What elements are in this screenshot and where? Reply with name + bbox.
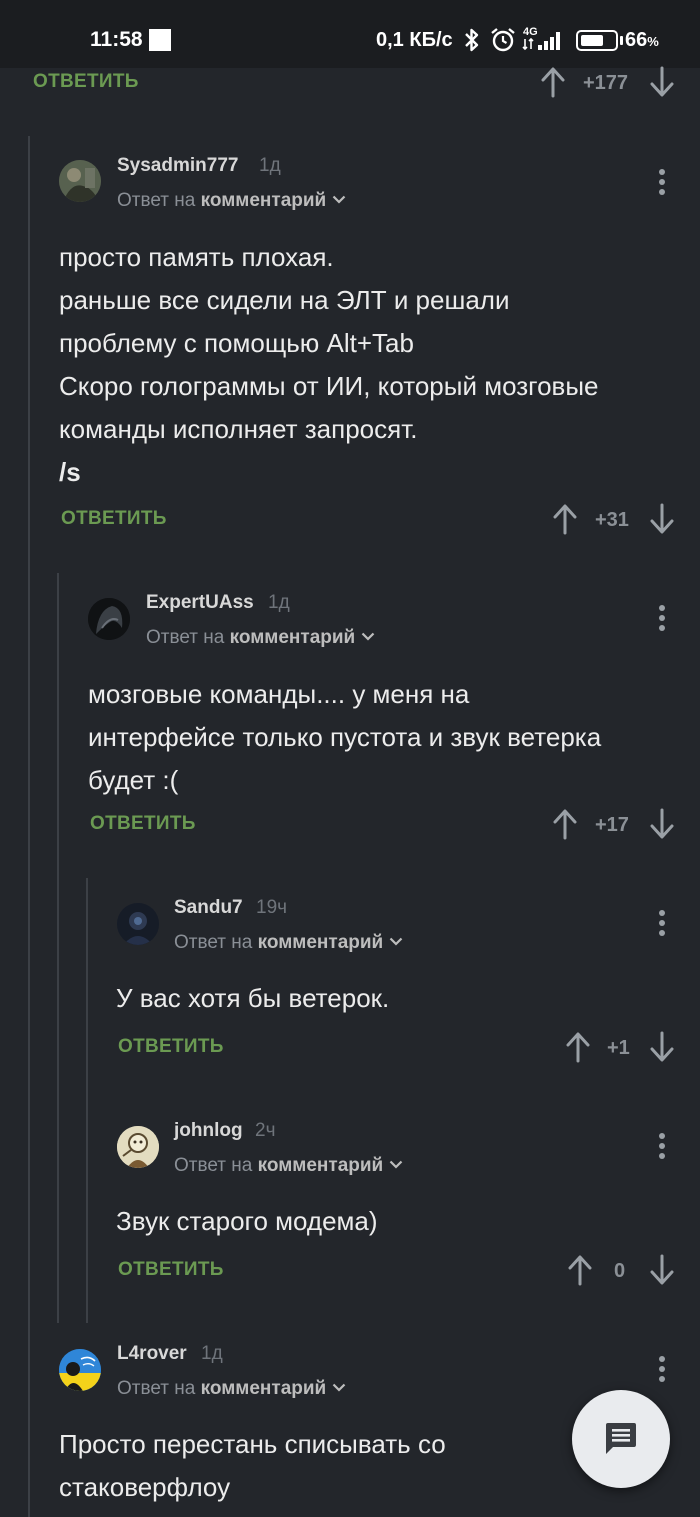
more-options-icon[interactable] [652,1131,672,1161]
comment-icon [606,1423,636,1454]
write-comment-button[interactable] [572,1390,670,1488]
thread-line [57,573,59,1323]
comment-text: Звук старого модема) [116,1206,378,1236]
upvote-arrow-icon[interactable] [552,503,578,535]
username[interactable]: johnlog [174,1120,243,1142]
comment-score: +177 [583,72,629,94]
comment-text: мозговые команды.... у меня на интерфейс… [88,679,602,795]
reply-to-link[interactable]: Ответ на комментарий [174,932,403,954]
battery-tip [620,36,623,45]
reply-to-link[interactable]: Ответ на комментарий [117,1378,346,1400]
thread-line [28,136,30,1517]
downvote-arrow-icon[interactable] [649,66,675,98]
notification-square-icon [149,29,171,51]
avatar[interactable] [117,903,159,945]
comment-time: 1д [259,155,281,176]
signal-icon [522,32,560,51]
chevron-down-icon [389,937,403,946]
username[interactable]: Sysadmin777 [117,155,238,177]
more-options-icon[interactable] [652,167,672,197]
avatar[interactable] [59,1349,101,1391]
battery-percent: 66% [625,29,659,51]
avatar[interactable] [88,598,130,640]
network-speed: 0,1 КБ/с [376,29,453,51]
comment-score: 0 [614,1260,626,1282]
status-time: 11:58 [90,28,143,51]
battery-level-fill [581,35,603,46]
reply-to-link[interactable]: Ответ на комментарий [146,627,375,649]
chevron-down-icon [332,195,346,204]
comment-text: Просто перестань списывать со стаковерфл… [59,1429,446,1502]
more-options-icon[interactable] [652,603,672,633]
downvote-arrow-icon[interactable] [649,1254,675,1286]
comment-time: 1д [201,1343,223,1364]
username[interactable]: L4rover [117,1343,187,1365]
bluetooth-icon [465,28,479,52]
upvote-arrow-icon[interactable] [552,808,578,840]
chevron-down-icon [389,1160,403,1169]
battery-icon [576,30,618,51]
comment-time: 19ч [256,897,288,918]
alarm-icon [491,28,515,52]
thread-line [86,878,88,1323]
comment-text: просто память плохая. раньше все сидели … [59,242,599,487]
downvote-arrow-icon[interactable] [649,1031,675,1063]
upvote-arrow-icon[interactable] [567,1254,593,1286]
reply-button[interactable]: ОТВЕТИТЬ [90,813,196,835]
reply-to-link[interactable]: Ответ на комментарий [117,190,346,212]
avatar[interactable] [59,160,101,202]
upvote-arrow-icon[interactable] [540,66,566,98]
comment-score: +31 [595,509,629,531]
reply-to-link[interactable]: Ответ на комментарий [174,1155,403,1177]
more-options-icon[interactable] [652,908,672,938]
comment-score: +1 [607,1037,630,1059]
downvote-arrow-icon[interactable] [649,503,675,535]
reply-button[interactable]: ОТВЕТИТЬ [61,508,167,530]
upvote-arrow-icon[interactable] [565,1031,591,1063]
comment-time: 1д [268,592,290,613]
status-bar: 11:58 0,1 КБ/с 4G 66% [0,0,700,68]
comment-text: У вас хотя бы ветерок. [116,983,390,1013]
more-options-icon[interactable] [652,1354,672,1384]
username[interactable]: ExpertUAss [146,592,254,614]
username[interactable]: Sandu7 [174,897,243,919]
chevron-down-icon [332,1383,346,1392]
avatar[interactable] [117,1126,159,1168]
reply-button[interactable]: ОТВЕТИТЬ [33,71,139,93]
comment-time: 2ч [255,1120,276,1141]
chevron-down-icon [361,632,375,641]
reply-button[interactable]: ОТВЕТИТЬ [118,1259,224,1281]
downvote-arrow-icon[interactable] [649,808,675,840]
reply-button[interactable]: ОТВЕТИТЬ [118,1036,224,1058]
comment-score: +17 [595,814,629,836]
